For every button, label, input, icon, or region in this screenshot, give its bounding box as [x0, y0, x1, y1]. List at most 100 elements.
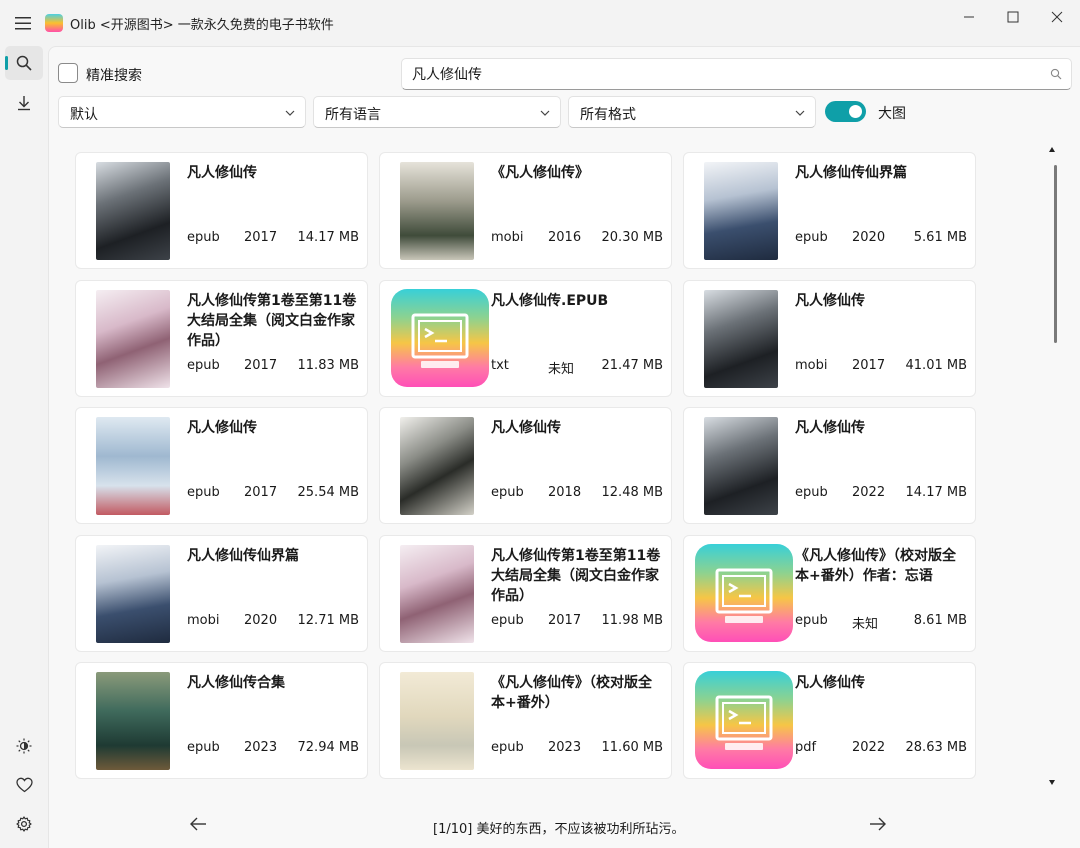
- prev-page-button[interactable]: [186, 812, 210, 836]
- book-format: epub: [491, 740, 524, 755]
- maximize-icon: [1007, 11, 1019, 23]
- book-format: mobi: [187, 613, 220, 628]
- sidebar-item-download[interactable]: [5, 86, 43, 120]
- sort-dropdown-value: 默认: [70, 107, 98, 123]
- chevron-down-icon: [795, 110, 805, 116]
- placeholder-cover-icon: [695, 544, 793, 642]
- terminal-icon: [715, 568, 773, 623]
- book-year: 2016: [548, 230, 582, 245]
- book-card[interactable]: 凡人修仙传第1卷至第11卷大结局全集（阅文白金作家作品） epub 2017 11.8…: [75, 280, 368, 397]
- book-format: epub: [187, 230, 220, 245]
- book-cover-image: [96, 162, 170, 260]
- precise-search-label: 精准搜索: [86, 68, 142, 84]
- book-size: 20.30 MB: [601, 230, 663, 245]
- placeholder-cover-icon: [695, 671, 793, 769]
- book-year: 2022: [852, 740, 886, 755]
- book-year: 未知: [852, 617, 879, 632]
- book-size: 12.48 MB: [601, 485, 663, 500]
- gear-icon: [16, 816, 32, 832]
- scroll-down-icon[interactable]: [1048, 778, 1056, 786]
- scroll-up-icon[interactable]: [1048, 146, 1056, 154]
- book-card[interactable]: 凡人修仙传 epub 2022 14.17 MB: [683, 407, 976, 524]
- book-card[interactable]: 凡人修仙传 mobi 2017 41.01 MB: [683, 280, 976, 397]
- terminal-icon: [411, 313, 469, 368]
- book-format: epub: [187, 485, 220, 500]
- precise-search-checkbox[interactable]: [58, 63, 78, 83]
- book-card[interactable]: 凡人修仙传 pdf 2022 28.63 MB: [683, 662, 976, 779]
- book-size: 11.60 MB: [601, 740, 663, 755]
- book-year: 2020: [244, 613, 278, 628]
- next-page-button[interactable]: [866, 812, 890, 836]
- book-title: 凡人修仙传第1卷至第11卷大结局全集（阅文白金作家作品）: [187, 293, 357, 349]
- book-title: 《凡人修仙传》（校对版全本+番外）作者：忘语: [795, 548, 956, 584]
- book-title: 凡人修仙传仙界篇: [187, 548, 299, 564]
- sort-dropdown[interactable]: 默认: [58, 96, 306, 128]
- book-title: 凡人修仙传仙界篇: [795, 165, 907, 181]
- book-title: 凡人修仙传: [795, 420, 865, 436]
- book-card[interactable]: 凡人修仙传第1卷至第11卷大结局全集（阅文白金作家作品） epub 2017 11.9…: [379, 535, 672, 652]
- chevron-down-icon: [285, 110, 295, 116]
- title-bar: Olib <开源图书> 一款永久免费的电子书软件: [0, 0, 1080, 46]
- search-icon: [16, 55, 32, 71]
- book-size: 11.83 MB: [297, 358, 359, 373]
- book-format: epub: [187, 358, 220, 373]
- minimize-button[interactable]: [954, 6, 984, 28]
- book-year: 2018: [548, 485, 582, 500]
- book-cover-image: [96, 417, 170, 515]
- maximize-button[interactable]: [998, 6, 1028, 28]
- search-icon[interactable]: [1050, 68, 1062, 80]
- close-icon: [1051, 11, 1063, 23]
- menu-icon[interactable]: [14, 15, 32, 31]
- book-card[interactable]: 凡人修仙传仙界篇 epub 2020 5.61 MB: [683, 152, 976, 269]
- book-title: 凡人修仙传: [795, 293, 865, 309]
- book-card[interactable]: 凡人修仙传 epub 2018 12.48 MB: [379, 407, 672, 524]
- book-cover-image: [704, 162, 778, 260]
- book-title: 凡人修仙传.EPUB: [491, 293, 609, 309]
- arrow-right-icon: [870, 817, 886, 831]
- book-year: 2020: [852, 230, 886, 245]
- book-year: 2017: [548, 613, 582, 628]
- book-card[interactable]: 凡人修仙传.EPUB txt 未知 21.47 MB: [379, 280, 672, 397]
- arrow-left-icon: [190, 817, 206, 831]
- format-dropdown[interactable]: 所有格式: [568, 96, 816, 128]
- book-size: 14.17 MB: [905, 485, 967, 500]
- search-input[interactable]: [412, 59, 1032, 89]
- language-dropdown[interactable]: 所有语言: [313, 96, 561, 128]
- brightness-icon: [16, 738, 32, 754]
- book-card[interactable]: 凡人修仙传仙界篇 mobi 2020 12.71 MB: [75, 535, 368, 652]
- sidebar-item-search[interactable]: [5, 46, 43, 80]
- sidebar-item-settings[interactable]: [5, 807, 43, 841]
- close-button[interactable]: [1042, 6, 1072, 28]
- book-title: 凡人修仙传: [795, 675, 865, 691]
- book-size: 5.61 MB: [913, 230, 967, 245]
- book-title: 凡人修仙传: [187, 420, 257, 436]
- sidebar: [0, 46, 48, 848]
- sidebar-item-favorites[interactable]: [5, 768, 43, 802]
- book-title: 凡人修仙传: [491, 420, 561, 436]
- book-card[interactable]: 凡人修仙传合集 epub 2023 72.94 MB: [75, 662, 368, 779]
- book-card[interactable]: 凡人修仙传 epub 2017 14.17 MB: [75, 152, 368, 269]
- book-size: 21.47 MB: [601, 358, 663, 373]
- book-year: 2022: [852, 485, 886, 500]
- book-title: 《凡人修仙传》（校对版全本+番外）: [491, 675, 652, 711]
- scrollbar-thumb[interactable]: [1054, 165, 1057, 343]
- big-image-toggle[interactable]: [825, 101, 866, 122]
- book-cover-image: [400, 672, 474, 770]
- toggle-knob: [849, 105, 862, 118]
- book-size: 12.71 MB: [297, 613, 359, 628]
- book-size: 8.61 MB: [913, 613, 967, 628]
- book-card[interactable]: 《凡人修仙传》 mobi 2016 20.30 MB: [379, 152, 672, 269]
- sidebar-item-theme[interactable]: [5, 729, 43, 763]
- book-year: 2017: [244, 358, 278, 373]
- book-card[interactable]: 《凡人修仙传》（校对版全本+番外）作者：忘语 epub 未知 8.61 MB: [683, 535, 976, 652]
- book-cover-image: [704, 290, 778, 388]
- book-size: 72.94 MB: [297, 740, 359, 755]
- book-card[interactable]: 《凡人修仙传》（校对版全本+番外） epub 2023 11.60 MB: [379, 662, 672, 779]
- book-year: 2017: [852, 358, 886, 373]
- book-title: 凡人修仙传第1卷至第11卷大结局全集（阅文白金作家作品）: [491, 548, 661, 604]
- book-card[interactable]: 凡人修仙传 epub 2017 25.54 MB: [75, 407, 368, 524]
- format-dropdown-value: 所有格式: [580, 107, 636, 123]
- book-year: 2023: [548, 740, 582, 755]
- book-format: epub: [795, 230, 828, 245]
- app-logo-icon: [45, 14, 63, 32]
